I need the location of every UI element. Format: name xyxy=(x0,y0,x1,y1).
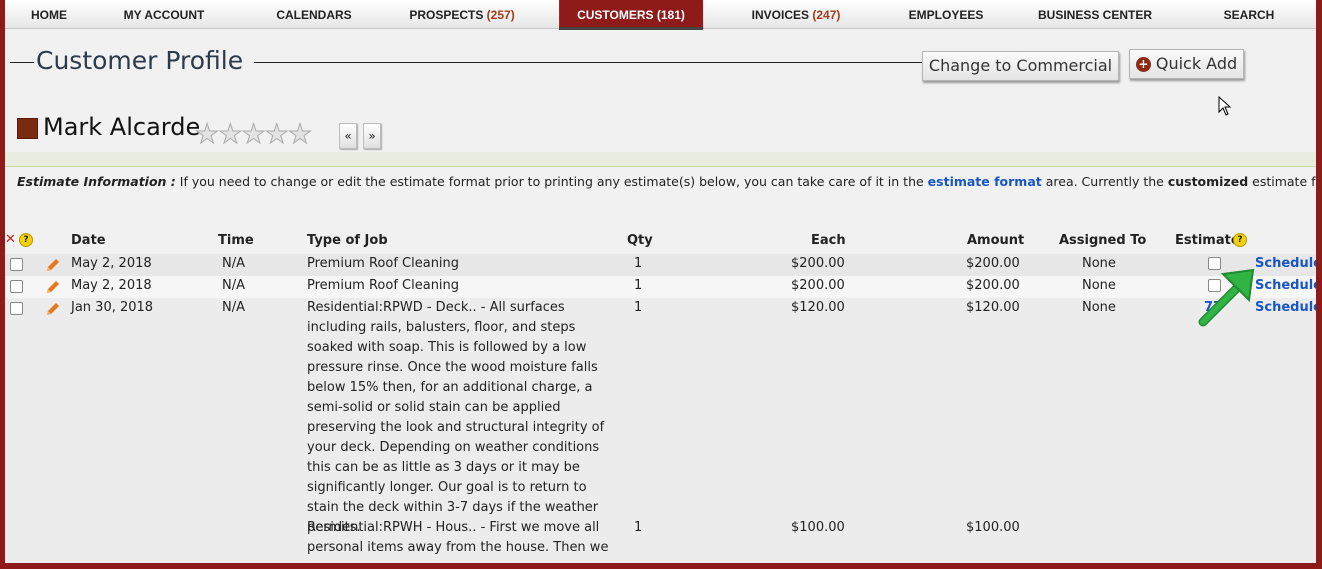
customers-count: (181) xyxy=(656,8,685,22)
invoices-count: (247) xyxy=(812,8,841,22)
star-icon[interactable]: ★ xyxy=(194,119,219,151)
nav-calendars[interactable]: CALENDARS xyxy=(276,0,351,28)
section-divider xyxy=(5,152,1316,167)
row-amount: $200.00 xyxy=(966,278,1020,293)
row-date: Jan 30, 2018 xyxy=(71,300,154,315)
nav-search[interactable]: SEARCH xyxy=(1224,0,1275,28)
row-time: N/A xyxy=(222,300,245,315)
delete-x-icon[interactable]: ✕ xyxy=(5,232,16,247)
header-amount[interactable]: Amount xyxy=(967,233,1024,248)
header-time[interactable]: Time xyxy=(218,233,254,248)
estimate-info-text: If you need to change or edit the estima… xyxy=(175,174,928,189)
star-icon[interactable]: ★ xyxy=(218,119,243,151)
row-each: $100.00 xyxy=(791,520,845,535)
row-checkbox[interactable] xyxy=(10,280,23,293)
schedule-link[interactable]: Schedule xyxy=(1255,256,1316,271)
row-checkbox[interactable] xyxy=(10,302,23,315)
row-qty: 1 xyxy=(634,256,643,271)
row-date: May 2, 2018 xyxy=(71,278,152,293)
customer-color-swatch xyxy=(17,118,38,139)
nav-employees[interactable]: EMPLOYEES xyxy=(909,0,984,28)
row-checkbox[interactable] xyxy=(10,258,23,271)
header-qty[interactable]: Qty xyxy=(627,233,653,248)
top-nav: HOME MY ACCOUNT CALENDARS PROSPECTS (257… xyxy=(5,0,1316,30)
row-background xyxy=(5,254,1316,276)
estimate-info: Estimate Information : If you need to ch… xyxy=(17,174,1316,189)
row-background xyxy=(5,298,1316,563)
quick-add-label: Quick Add xyxy=(1155,54,1238,73)
star-icon[interactable]: ★ xyxy=(241,119,266,151)
change-to-commercial-button[interactable]: Change to Commercial xyxy=(922,51,1119,81)
prospects-count: (257) xyxy=(486,8,515,22)
star-icon[interactable]: ★ xyxy=(287,119,312,151)
row-amount: $120.00 xyxy=(966,300,1020,315)
estimate-info-label: Estimate Information : xyxy=(17,174,176,189)
row-amount: $100.00 xyxy=(966,520,1020,535)
estimate-help-icon[interactable]: ? xyxy=(1233,233,1247,247)
help-icon[interactable]: ? xyxy=(19,233,33,247)
header-type-of-job[interactable]: Type of Job xyxy=(307,233,388,248)
nav-invoices[interactable]: INVOICES (247) xyxy=(752,0,841,28)
row-qty: 1 xyxy=(634,520,643,535)
row-type: Residential:RPWD - Deck.. - All surfaces… xyxy=(307,300,605,535)
header-assigned-to[interactable]: Assigned To xyxy=(1059,233,1146,248)
nav-my-account[interactable]: MY ACCOUNT xyxy=(124,0,205,28)
header-each[interactable]: Each xyxy=(811,233,846,248)
row-assigned: None xyxy=(1082,278,1116,293)
row-each: $200.00 xyxy=(791,256,845,271)
nav-customers[interactable]: CUSTOMERS (181) xyxy=(559,0,703,30)
row-assigned: None xyxy=(1082,256,1116,271)
nav-business-center[interactable]: BUSINESS CENTER xyxy=(1038,0,1152,28)
estimate-info-text-2: area. Currently the xyxy=(1041,174,1168,189)
title-divider-right xyxy=(254,62,924,63)
row-type: Premium Roof Cleaning xyxy=(307,278,460,293)
next-customer-button[interactable]: » xyxy=(363,123,381,149)
row-date: May 2, 2018 xyxy=(71,256,152,271)
pencil-icon[interactable] xyxy=(44,300,62,318)
row-each: $200.00 xyxy=(791,278,845,293)
row-amount: $200.00 xyxy=(966,256,1020,271)
header-date[interactable]: Date xyxy=(71,233,106,248)
nav-prospects[interactable]: PROSPECTS (257) xyxy=(409,0,514,28)
header-estimate[interactable]: Estimate xyxy=(1175,233,1240,248)
pencil-icon[interactable] xyxy=(44,256,62,274)
estimate-info-text-3: estimate format is selected xyxy=(1252,174,1316,189)
mouse-cursor-icon xyxy=(1218,96,1232,116)
plus-icon: + xyxy=(1135,57,1151,72)
row-assigned: None xyxy=(1082,300,1116,315)
schedule-link[interactable]: Schedule xyxy=(1255,278,1316,293)
row-each: $120.00 xyxy=(791,300,845,315)
estimate-format-link[interactable]: estimate format xyxy=(928,174,1042,189)
customer-name: Mark Alcarde xyxy=(43,113,201,141)
title-divider-left xyxy=(10,62,34,63)
row-type: Residential:RPWH - Hous.. - First we mov… xyxy=(307,520,609,555)
star-icon[interactable]: ★ xyxy=(264,119,289,151)
estimate-format-name: customized xyxy=(1167,174,1249,189)
row-qty: 1 xyxy=(634,278,643,293)
pencil-icon[interactable] xyxy=(44,278,62,296)
green-arrow-icon xyxy=(1198,268,1255,327)
page-title: Customer Profile xyxy=(36,46,244,75)
schedule-link[interactable]: Schedule xyxy=(1255,300,1316,315)
star-rating[interactable]: ★★★★★ xyxy=(194,119,312,151)
row-background xyxy=(5,276,1316,298)
previous-customer-button[interactable]: « xyxy=(339,123,357,149)
nav-home[interactable]: HOME xyxy=(31,0,67,28)
row-type: Premium Roof Cleaning xyxy=(307,256,460,271)
quick-add-button[interactable]: + Quick Add xyxy=(1129,49,1244,79)
row-time: N/A xyxy=(222,278,245,293)
app-frame: HOME MY ACCOUNT CALENDARS PROSPECTS (257… xyxy=(5,0,1316,563)
row-time: N/A xyxy=(222,256,245,271)
row-qty: 1 xyxy=(634,300,643,315)
